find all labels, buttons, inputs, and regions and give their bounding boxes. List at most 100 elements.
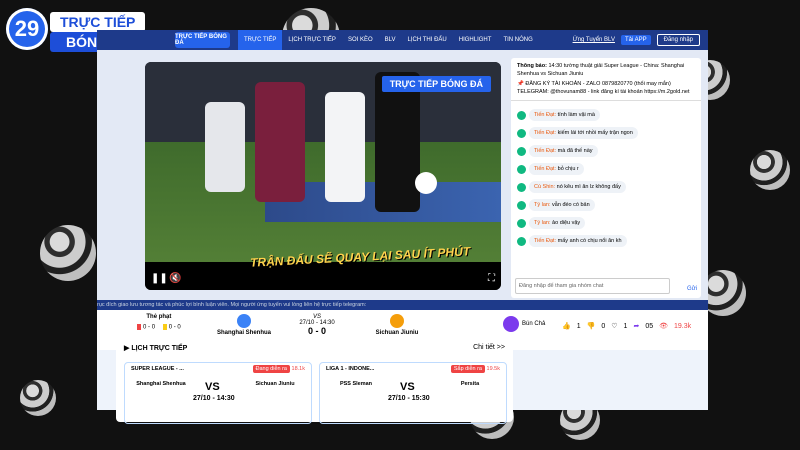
- video-frame: [145, 62, 501, 262]
- chat-message: Tiến Đạt: tính làm vậi mà: [517, 109, 695, 121]
- chat-bubble: Tiến Đạt: mấy anh có chịu nổi ăn kh: [529, 235, 627, 247]
- chat-text: mà đã thế này: [557, 148, 593, 154]
- yellow-card-icon: [162, 324, 167, 330]
- nav-item-truc-tiep[interactable]: TRỰC TIẾP: [238, 30, 283, 50]
- chat-username[interactable]: Cù Shin:: [534, 184, 555, 190]
- nav-logo[interactable]: TRỰC TIẾP BÓNG ĐÁ: [175, 32, 230, 48]
- chat-message: Tiến Đạt: mấy anh có chịu nổi ăn kh: [517, 235, 695, 247]
- away-team-name: Sichuan Jiuniu: [375, 330, 419, 336]
- chat-message: Tý lan: ảo diệu vậy: [517, 217, 695, 229]
- user-avatar-icon: [517, 110, 526, 120]
- chat-message: Tiến Đạt: mà đã thế này: [517, 145, 695, 157]
- chat-input[interactable]: Đăng nhập để tham gia nhóm chat: [515, 278, 670, 294]
- schedule-title: LỊCH TRỰC TIẾP: [131, 345, 188, 352]
- nav-actions: Ứng Tuyển BLV Tải APP Đăng nhập: [573, 34, 708, 46]
- decorative-ball: [40, 225, 96, 281]
- nav-item-blv[interactable]: BLV: [379, 30, 402, 50]
- decorative-ball: [750, 150, 790, 190]
- match-center: VS 27/10 - 14:30 0 - 0: [287, 314, 347, 336]
- card-vs: VS: [205, 381, 220, 393]
- download-app-button[interactable]: Tải APP: [620, 35, 651, 45]
- heart-count: 1: [623, 322, 628, 330]
- away-team: Sichuan Jiuniu: [362, 314, 432, 336]
- card-time: 27/10 - 14:30: [193, 395, 235, 402]
- match-score: 0 - 0: [307, 326, 326, 336]
- match-card[interactable]: LIGA 1 - INDONE... Sắp diễn ra 19.5k PSS…: [319, 362, 507, 424]
- chat-message-list[interactable]: Tiến Đạt: tính làm vậi mà Tiến Đạt: kiếm …: [511, 101, 701, 255]
- share-icon[interactable]: ➦: [633, 322, 639, 330]
- top-navigation: TRỰC TIẾP BÓNG ĐÁ TRỰC TIẾP LỊCH TRỰC TI…: [97, 30, 708, 50]
- chat-username[interactable]: Tiến Đạt:: [534, 238, 556, 244]
- card-away-team: Sichuan Jiuniu: [255, 381, 295, 387]
- chat-username[interactable]: Tý lan:: [534, 220, 551, 226]
- ticker-text: rục đích giao lưu tương tác và phúc lợi …: [97, 302, 367, 308]
- chat-message: Tiến Đạt: kiếm lái tới nhồi mấy trận ngo…: [517, 127, 695, 139]
- chat-bubble: Tiến Đạt: tính làm vậi mà: [529, 109, 600, 121]
- mute-icon[interactable]: 🔇: [169, 273, 181, 284]
- away-crest-icon: [390, 314, 404, 328]
- user-avatar-icon: [517, 146, 526, 156]
- user-avatar-icon: [517, 182, 526, 192]
- login-button[interactable]: Đăng nhập: [656, 34, 700, 46]
- home-crest-icon: [237, 314, 251, 328]
- chat-bubble: Tý lan: vẫn đéo có bản: [529, 199, 595, 211]
- ball: [415, 172, 437, 194]
- chat-text: kiếm lái tới nhồi mấy trận ngon: [557, 130, 633, 136]
- chat-username[interactable]: Tiến Đạt:: [534, 130, 556, 136]
- nav-item-lich-thi-dau[interactable]: LỊCH THI ĐẤU: [402, 30, 453, 50]
- player-figure: [375, 72, 420, 212]
- reactions: 👍 1 👎 0 ♡ 1 ➦ 05 👁 19.3k: [562, 322, 692, 331]
- brand-line1: TRỰC TIẾP: [50, 12, 146, 32]
- like-icon[interactable]: 👍: [562, 322, 571, 330]
- chat-message: Tý lan: vẫn đéo có bản: [517, 199, 695, 211]
- pause-icon[interactable]: ❚❚: [151, 273, 168, 284]
- ticker-bar: rục đích giao lưu tương tác và phúc lợi …: [97, 300, 708, 310]
- league-name: SUPER LEAGUE - ...: [131, 366, 184, 372]
- dislike-count: 0: [601, 322, 606, 330]
- home-red-count: 0: [143, 324, 147, 331]
- chat-username[interactable]: Tý lan:: [534, 202, 551, 208]
- register-info: 📌 ĐĂNG KÝ TÀI KHOẢN - ZALO 0879820770 (t…: [517, 81, 690, 95]
- chat-message: Cù Shin: nó kêu mì ăn lz không đấy: [517, 181, 695, 193]
- card-vs: VS: [400, 381, 415, 393]
- chat-text: nó kêu mì ăn lz không đấy: [556, 184, 621, 190]
- nav-item-highlight[interactable]: HIGHLIGHT: [453, 30, 498, 50]
- status-badge: Đang diễn ra: [252, 365, 290, 373]
- heart-icon[interactable]: ♡: [611, 322, 617, 330]
- player-controls: ❚❚ 🔇 ⛶: [145, 262, 501, 290]
- chat-message: Tiến Đạt: bỏ chịu r: [517, 163, 695, 175]
- home-yellow-count: 0: [168, 324, 173, 331]
- card-home-team: PSS Sleman: [339, 381, 373, 387]
- away-red-count: 0: [151, 324, 156, 331]
- nav-item-lich-truc-tiep[interactable]: LỊCH TRỰC TIẾP: [282, 30, 342, 50]
- chat-text: bỏ chịu r: [557, 166, 579, 172]
- details-link[interactable]: Chi tiết >>: [473, 344, 505, 352]
- dislike-icon[interactable]: 👎: [587, 322, 596, 330]
- home-team-name: Shanghai Shenhua: [216, 330, 271, 336]
- notice-label: Thông báo:: [517, 63, 547, 69]
- chat-username[interactable]: Tiến Đạt:: [534, 166, 556, 172]
- nav-item-soi-keo[interactable]: SOI KÈO: [342, 30, 379, 50]
- fullscreen-icon[interactable]: ⛶: [488, 273, 495, 284]
- chat-bubble: Tiến Đạt: mà đã thế này: [529, 145, 598, 157]
- chat-bubble: Tiến Đạt: kiếm lái tới nhồi mấy trận ngo…: [529, 127, 638, 139]
- commentator-name: Bún Chả: [522, 321, 546, 327]
- card-views: 18.1k: [291, 366, 305, 372]
- nav-item-tin-nong[interactable]: TIN NÓNG: [497, 30, 538, 50]
- chat-text: ảo diệu vậy: [552, 220, 581, 226]
- commentator[interactable]: Bún Chả: [503, 316, 545, 332]
- chat-username[interactable]: Tiến Đạt:: [534, 148, 556, 154]
- send-button[interactable]: Gửi: [687, 286, 697, 292]
- home-team: Shanghai Shenhua: [209, 314, 279, 336]
- eye-icon: 👁: [659, 323, 668, 330]
- penalty-box: Thẻ phạt 0 - 0 0 - 0: [137, 314, 181, 331]
- card-away-team: Persita: [460, 381, 480, 387]
- chat-bubble: Cù Shin: nó kêu mì ăn lz không đấy: [529, 181, 626, 193]
- match-card[interactable]: SUPER LEAGUE - ... Đang diễn ra 18.1k Sh…: [124, 362, 312, 424]
- user-avatar-icon: [517, 236, 526, 246]
- view-count: 19.3k: [674, 322, 692, 330]
- player-figure: [255, 82, 305, 202]
- chat-username[interactable]: Tiến Đạt:: [534, 112, 556, 118]
- apply-blv-link[interactable]: Ứng Tuyển BLV: [573, 37, 615, 43]
- avatar: [503, 316, 519, 332]
